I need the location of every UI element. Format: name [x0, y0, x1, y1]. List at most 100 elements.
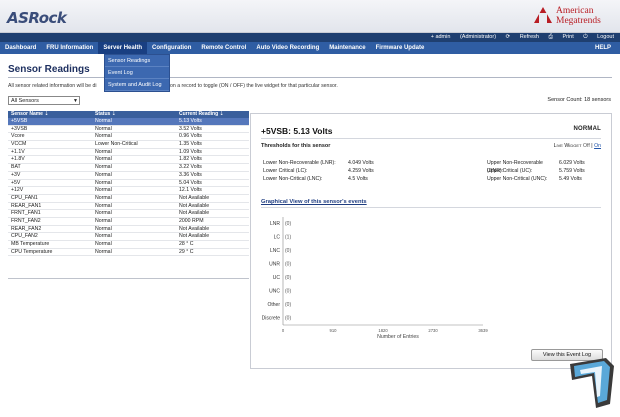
- cell-reading: 5.13 Volts: [179, 118, 202, 124]
- table-row[interactable]: MB Temperature Normal 28 ° C: [8, 241, 249, 249]
- cell-status: Normal: [95, 217, 112, 224]
- table-row[interactable]: REAR_FAN2 Normal Not Available: [8, 226, 249, 234]
- menu-remote-control[interactable]: Remote Control: [196, 42, 251, 54]
- table-row[interactable]: REAR_FAN1 Normal Not Available: [8, 203, 249, 211]
- menu-maintenance[interactable]: Maintenance: [324, 42, 370, 54]
- cell-reading: Not Available: [179, 202, 210, 209]
- cell-sensor-name: FRNT_FAN1: [11, 210, 41, 217]
- cell-sensor-name: VCCM: [11, 141, 27, 148]
- col-sensor-name[interactable]: Sensor Name ⇣: [8, 111, 92, 118]
- print-link[interactable]: ⎙ Print: [549, 34, 574, 40]
- table-row[interactable]: CPU_FAN1 Normal Not Available: [8, 195, 249, 203]
- table-row[interactable]: BAT Normal 3.22 Volts: [8, 164, 249, 172]
- dropdown-sensor-readings[interactable]: Sensor Readings: [105, 55, 169, 67]
- menu-configuration[interactable]: Configuration: [147, 42, 196, 54]
- table-row[interactable]: +3VSB Normal 3.52 Volts: [8, 126, 249, 134]
- table-row[interactable]: +5V Normal 5.04 Volts: [8, 180, 249, 188]
- lower-thresholds: Lower Non-Recoverable (LNR): 4.049 Volts …: [263, 160, 374, 182]
- value-label: (0): [285, 275, 291, 281]
- table-row[interactable]: +5VSB Normal 5.13 Volts: [8, 118, 249, 126]
- sensor-filter-select[interactable]: All Sensors ▼: [8, 96, 80, 105]
- cell-sensor-name: CPU_FAN2: [11, 233, 38, 240]
- cell-sensor-name: BAT: [11, 164, 21, 171]
- cell-sensor-name: +1.8V: [11, 156, 25, 163]
- x-tick-label: 910: [330, 328, 338, 333]
- cell-status: Normal: [95, 194, 112, 201]
- col-current-reading[interactable]: Current Reading ⇣: [176, 111, 249, 118]
- cell-reading: 1.09 Volts: [179, 148, 202, 155]
- table-row[interactable]: Vcore Normal 0.96 Volts: [8, 133, 249, 142]
- cell-reading: 3.36 Volts: [179, 171, 202, 178]
- table-row[interactable]: +12V Normal 12.1 Volts: [8, 187, 249, 195]
- cell-status: Normal: [95, 210, 112, 217]
- title-divider: [8, 77, 612, 78]
- cell-reading: 2000 RPM: [179, 217, 204, 224]
- refresh-link[interactable]: ⟳ Refresh: [506, 34, 539, 40]
- cell-reading: 3.22 Volts: [179, 164, 202, 171]
- table-row[interactable]: +1.8V Normal 1.82 Volts: [8, 156, 249, 165]
- table-row[interactable]: +1.1V Normal 1.09 Volts: [8, 149, 249, 157]
- cell-status: Normal: [95, 125, 112, 132]
- cell-reading: Not Available: [179, 233, 210, 240]
- menu-dashboard[interactable]: Dashboard: [0, 42, 41, 54]
- vendor-line2: Megatrends: [556, 16, 601, 26]
- table-row[interactable]: CPU Temperature Normal 29 ° C: [8, 249, 249, 257]
- cell-reading: 1.82 Volts: [179, 156, 202, 163]
- detail-divider: [261, 138, 601, 139]
- value-label: (0): [285, 289, 291, 295]
- menu-firmware-update[interactable]: Firmware Update: [371, 42, 430, 54]
- x-tick-label: 1820: [378, 328, 388, 333]
- value-label: (0): [285, 302, 291, 308]
- menu-auto-video-recording[interactable]: Auto Video Recording: [251, 42, 324, 54]
- col-status[interactable]: Status ⇣: [92, 111, 176, 118]
- cell-sensor-name: FRNT_FAN2: [11, 217, 41, 224]
- cell-status: Normal: [95, 248, 112, 255]
- cell-reading: Not Available: [179, 225, 210, 232]
- cell-sensor-name: REAR_FAN2: [11, 225, 42, 232]
- table-row[interactable]: VCCM Lower Non-Critical 1.35 Volts: [8, 141, 249, 149]
- cell-sensor-name: +5V: [11, 179, 21, 186]
- cell-reading: 0.96 Volts: [179, 133, 202, 140]
- ami-logo: American Megatrends: [534, 4, 614, 30]
- user-name: + admin (Administrator): [430, 34, 497, 40]
- sensor-table: Sensor Name ⇣ Status ⇣ Current Reading ⇣…: [8, 111, 249, 257]
- value-label: (0): [285, 221, 291, 227]
- category-label: Discrete: [262, 316, 281, 322]
- live-widget-off[interactable]: Off: [583, 143, 590, 149]
- asrock-logo: ASRock: [7, 9, 67, 27]
- thresholds-label: Thresholds for this sensor: [261, 143, 331, 149]
- main-menu: Dashboard FRU Information Server Health …: [0, 42, 620, 54]
- cell-status: Normal: [95, 164, 112, 171]
- table-row[interactable]: CPU_FAN2 Normal Not Available: [8, 233, 249, 241]
- cell-sensor-name: +1.1V: [11, 148, 25, 155]
- live-widget-on[interactable]: On: [594, 143, 601, 149]
- cell-reading: 5.04 Volts: [179, 179, 202, 186]
- category-label: LC: [274, 235, 281, 241]
- dropdown-system-audit-log[interactable]: System and Audit Log: [105, 79, 169, 91]
- graph-divider: [261, 207, 601, 208]
- cell-sensor-name: +5VSB: [11, 118, 28, 124]
- value-label: (0): [285, 262, 291, 268]
- cell-sensor-name: CPU_FAN1: [11, 194, 38, 201]
- table-row[interactable]: FRNT_FAN1 Normal Not Available: [8, 210, 249, 218]
- table-row[interactable]: FRNT_FAN2 Normal 2000 RPM: [8, 218, 249, 226]
- logout-link[interactable]: ⏻ Logout: [583, 34, 614, 40]
- menu-fru-information[interactable]: FRU Information: [41, 42, 98, 54]
- cell-reading: 12.1 Volts: [179, 187, 202, 194]
- table-bottom-rule: [8, 278, 249, 279]
- menu-help[interactable]: HELP: [590, 42, 616, 54]
- upper-thresholds: Upper Non-Recoverable (UNR): 6.029 Volts …: [487, 160, 585, 182]
- table-row[interactable]: +3V Normal 3.36 Volts: [8, 172, 249, 180]
- sensor-count: Sensor Count: 18 sensors: [547, 97, 611, 103]
- x-tick-label: 0: [282, 328, 285, 333]
- x-tick-label: 2730: [428, 328, 438, 333]
- cell-reading: Not Available: [179, 194, 210, 201]
- category-label: LNC: [270, 248, 280, 254]
- live-widget-toggle: Live Widget Off | On: [553, 143, 601, 149]
- cell-sensor-name: +3V: [11, 171, 21, 178]
- cell-sensor-name: Vcore: [11, 133, 25, 140]
- sensor-detail-panel: +5VSB: 5.13 Volts NORMAL Thresholds for …: [250, 113, 612, 369]
- category-label: UNC: [269, 289, 280, 295]
- menu-server-health[interactable]: Server Health: [98, 42, 148, 54]
- dropdown-event-log[interactable]: Event Log: [105, 67, 169, 79]
